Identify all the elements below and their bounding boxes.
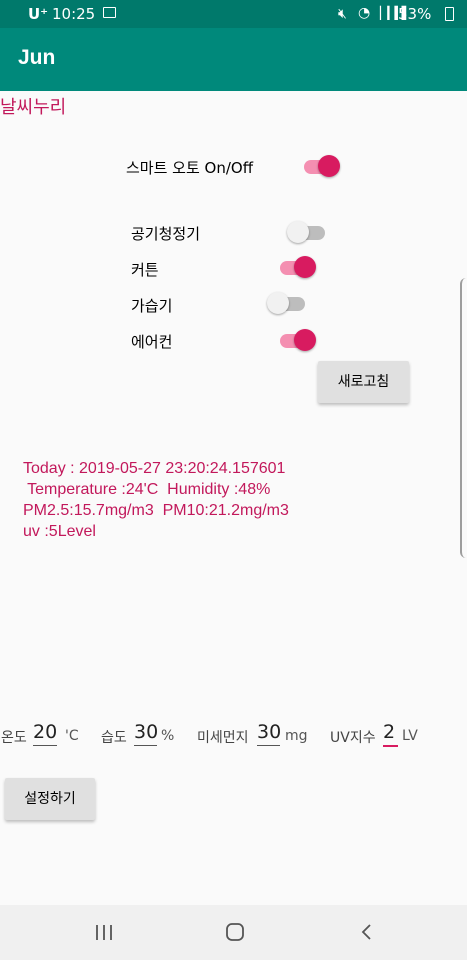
humidity-input[interactable]: 30 [134, 721, 158, 746]
app-title: Jun [18, 46, 56, 69]
info-line-temp-humidity: Temperature :24'C Humidity :48% [23, 481, 271, 498]
smart-auto-label: 스마트 오토 On/Off [126, 159, 254, 177]
dust-label: 미세먼지 [197, 730, 249, 746]
refresh-button[interactable]: 새로고침 [318, 361, 409, 403]
switch-thumb [294, 256, 316, 278]
device-label-aircon: 에어컨 [131, 333, 173, 351]
temp-input[interactable]: 20 [33, 721, 57, 746]
info-line-dust: PM2.5:15.7mg/m3 PM10:21.2mg/m3 [23, 502, 289, 519]
status-bar: U⁺ 10:25 🔇︎ ◔ ▏▎▍▌ 53% [0, 0, 467, 28]
clock: 10:25 [52, 5, 96, 23]
mute-icon: 🔇︎ [338, 6, 347, 22]
recent-apps-icon[interactable] [93, 922, 115, 942]
switch-thumb [294, 329, 316, 351]
dust-input[interactable]: 30 [257, 721, 281, 746]
switch-thumb [287, 221, 309, 243]
set-button[interactable]: 설정하기 [5, 778, 95, 820]
device-label-humidifier: 가습기 [131, 297, 173, 315]
uv-label: UV지수 [330, 730, 376, 746]
humidity-label: 습도 [101, 730, 127, 746]
temp-label: 온도 [1, 730, 27, 746]
info-line-uv: uv :5Level [23, 523, 96, 540]
humidifier-switch[interactable] [267, 291, 307, 315]
switch-thumb [267, 292, 289, 314]
image-icon [103, 7, 116, 18]
switch-thumb [318, 155, 340, 177]
air-purifier-switch[interactable] [287, 220, 327, 244]
smart-auto-switch[interactable] [300, 154, 340, 178]
dust-unit: mg [285, 728, 308, 744]
device-label-air-purifier: 공기청정기 [131, 225, 201, 243]
wifi-icon: ◔ [358, 5, 371, 21]
app-bar: Jun [0, 28, 467, 91]
back-icon[interactable] [356, 922, 378, 942]
device-label-curtain: 커튼 [131, 261, 159, 279]
carrier-label: U⁺ [28, 5, 49, 23]
home-icon[interactable] [224, 922, 246, 942]
humidity-unit: % [161, 728, 175, 744]
navigation-bar [0, 905, 467, 960]
battery-percent: 53% [398, 5, 432, 23]
curtain-switch[interactable] [276, 255, 316, 279]
battery-icon [445, 7, 454, 21]
temp-unit: 'C [65, 728, 79, 744]
app-name-label: 날씨누리 [0, 97, 67, 118]
aircon-switch[interactable] [276, 328, 316, 352]
edge-panel-handle[interactable] [460, 278, 467, 558]
info-line-date: Today : 2019-05-27 23:20:24.157601 [23, 460, 286, 477]
weather-info: Today : 2019-05-27 23:20:24.157601 Tempe… [23, 458, 289, 542]
uv-unit: LV [402, 728, 418, 744]
uv-input[interactable]: 2 [383, 721, 398, 747]
